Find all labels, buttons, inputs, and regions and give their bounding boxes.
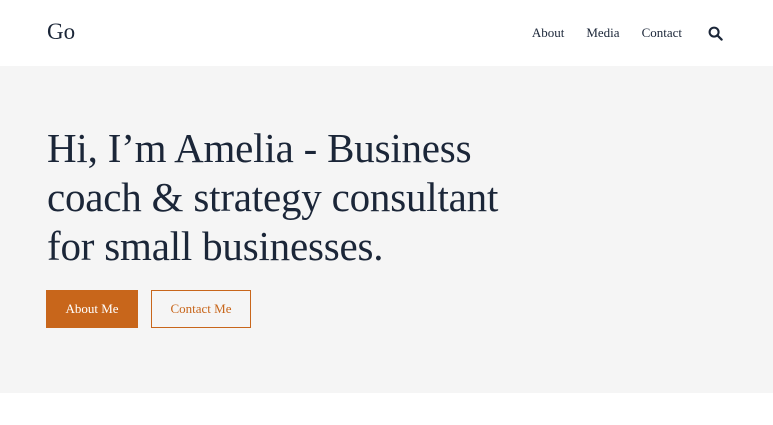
site-logo[interactable]: Go	[47, 18, 75, 46]
main-nav: About Media Contact	[532, 24, 723, 42]
contact-me-button[interactable]: Contact Me	[151, 290, 251, 328]
site-header: Go About Media Contact	[0, 0, 773, 66]
about-me-button[interactable]: About Me	[46, 290, 138, 328]
hero-section: Hi, I’m Amelia - Business coach & strate…	[0, 66, 773, 393]
search-icon[interactable]	[707, 25, 723, 41]
hero-headline: Hi, I’m Amelia - Business coach & strate…	[47, 125, 499, 269]
nav-link-contact[interactable]: Contact	[642, 24, 682, 42]
content-area	[0, 393, 773, 425]
nav-link-about[interactable]: About	[532, 24, 565, 42]
nav-link-media[interactable]: Media	[586, 24, 619, 42]
